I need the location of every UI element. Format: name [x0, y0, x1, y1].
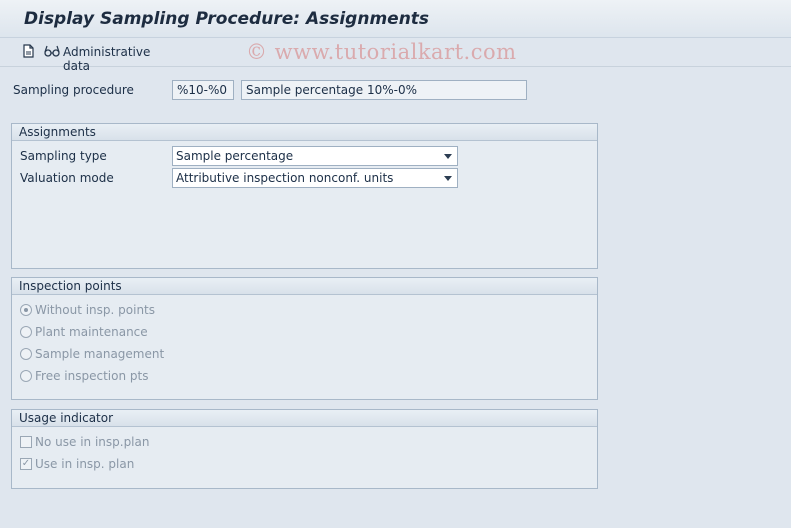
inspection-points-group-title: Inspection points	[12, 278, 597, 295]
inspection-points-group: Inspection points Without insp. points P…	[11, 277, 598, 400]
radio-label: Free inspection pts	[35, 369, 149, 383]
sampling-procedure-description: Sample percentage 10%-0%	[241, 80, 527, 100]
valuation-mode-value: Attributive inspection nonconf. units	[176, 171, 394, 185]
sampling-type-label: Sampling type	[20, 149, 107, 163]
assignments-group-title: Assignments	[12, 124, 597, 141]
usage-indicator-group-title: Usage indicator	[12, 410, 597, 427]
sampling-type-value: Sample percentage	[176, 149, 294, 163]
administrative-data-button[interactable]: Administrative data	[44, 39, 174, 73]
radio-button[interactable]	[20, 304, 32, 316]
assignments-group: Assignments Sampling type Sample percent…	[11, 123, 598, 269]
radio-button[interactable]	[20, 348, 32, 360]
chevron-down-icon[interactable]	[444, 154, 452, 159]
radio-label: Plant maintenance	[35, 325, 148, 339]
document-icon[interactable]	[20, 44, 36, 60]
checkbox-label: No use in insp.plan	[35, 435, 150, 449]
checkmark-icon[interactable]: ✓	[20, 458, 32, 470]
checkbox[interactable]	[20, 436, 32, 448]
usage-indicator-group: Usage indicator No use in insp.plan ✓ Us…	[11, 409, 598, 489]
glasses-icon	[44, 44, 60, 60]
radio-button[interactable]	[20, 370, 32, 382]
checkbox-label: Use in insp. plan	[35, 457, 135, 471]
page-title: Display Sampling Procedure: Assignments	[24, 9, 430, 29]
sampling-procedure-label: Sampling procedure	[13, 83, 134, 97]
administrative-data-label: Administrative data	[63, 45, 151, 73]
sampling-procedure-field[interactable]: %10-%0	[172, 80, 234, 100]
radio-label: Without insp. points	[35, 303, 156, 317]
title-bar: Display Sampling Procedure: Assignments	[0, 0, 791, 38]
sampling-type-dropdown[interactable]: Sample percentage	[172, 146, 458, 166]
valuation-mode-label: Valuation mode	[20, 171, 114, 185]
radio-label: Sample management	[35, 347, 165, 361]
valuation-mode-dropdown[interactable]: Attributive inspection nonconf. units	[172, 168, 458, 188]
watermark-text: © www.tutorialkart.com	[246, 40, 517, 64]
radio-button[interactable]	[20, 326, 32, 338]
chevron-down-icon[interactable]	[444, 176, 452, 181]
